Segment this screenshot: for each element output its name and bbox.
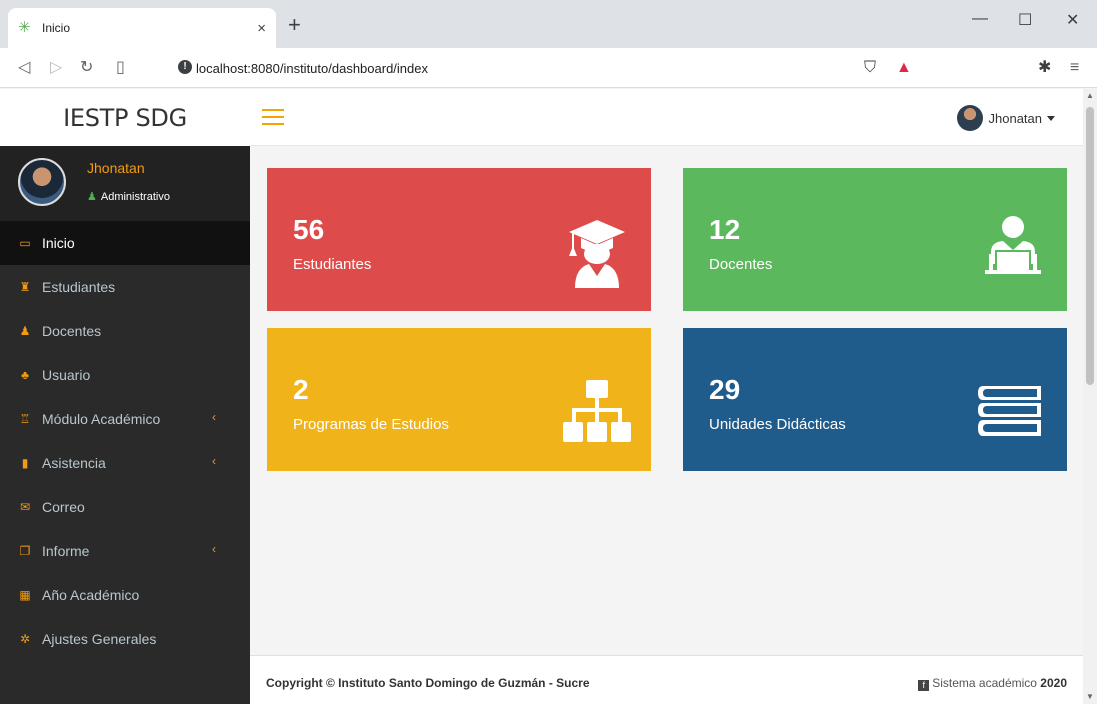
stat-box-docentes[interactable]: 12 Docentes xyxy=(683,168,1067,311)
stat-box-unidades[interactable]: 29 Unidades Didácticas xyxy=(683,328,1067,471)
sidebar-item-informe[interactable]: ❐ Informe ‹ xyxy=(0,529,250,573)
stat-value: 2 xyxy=(293,374,309,405)
sidebar-item-label: Ajustes Generales xyxy=(42,631,157,647)
sidebar-item-docentes[interactable]: ♟ Docentes xyxy=(0,309,250,353)
maximize-button[interactable]: ☐ xyxy=(1018,10,1032,30)
sidebar-item-label: Docentes xyxy=(42,323,102,339)
close-window-button[interactable]: ✕ xyxy=(1066,10,1079,30)
stat-value: 56 xyxy=(293,214,325,245)
scroll-up-icon[interactable]: ▲ xyxy=(1086,91,1094,100)
chevron-left-icon: ‹ xyxy=(212,542,216,556)
stat-value: 29 xyxy=(709,374,741,405)
back-icon[interactable]: ◁ xyxy=(18,58,30,78)
teacher-laptop-icon xyxy=(985,216,1041,274)
profile-avatar xyxy=(18,158,66,206)
laptop-icon: ▭ xyxy=(19,236,31,250)
scrollbar-thumb[interactable] xyxy=(1086,107,1094,385)
sidebar-item-usuario[interactable]: ♣ Usuario xyxy=(0,353,250,397)
facebook-icon[interactable]: f xyxy=(918,680,930,691)
graduate-icon xyxy=(569,220,625,288)
sidebar-item-correo[interactable]: ✉ Correo xyxy=(0,485,250,529)
reload-icon[interactable]: ↻ xyxy=(80,58,93,78)
footer: Copyright © Instituto Santo Domingo de G… xyxy=(250,655,1083,704)
browser-tabbar: ✳ Inicio × + — ☐ ✕ xyxy=(0,0,1097,48)
sidebar-item-label: Asistencia xyxy=(42,455,106,471)
sidebar-item-label: Módulo Académico xyxy=(42,411,161,427)
brand-logo[interactable]: IESTP SDG xyxy=(0,89,250,146)
profile-name: Jhonatan xyxy=(87,160,145,176)
sidebar-item-label: Año Académico xyxy=(42,587,140,603)
minimize-button[interactable]: — xyxy=(972,10,988,28)
site-info-icon[interactable]: ! xyxy=(178,60,192,74)
browser-menu-icon[interactable]: ≡ xyxy=(1070,58,1079,78)
top-navbar: Jhonatan xyxy=(250,89,1083,146)
student-icon: ♜ xyxy=(19,280,31,294)
sidebar-item-año-académico[interactable]: ▦ Año Académico xyxy=(0,573,250,617)
sidebar-item-label: Informe xyxy=(42,543,90,559)
browser-toolbar: ◁ ▷ ↻ ▯ ! localhost:8080/instituto/dashb… xyxy=(0,48,1097,88)
users-icon: ♣ xyxy=(21,368,29,382)
user-avatar xyxy=(956,105,983,131)
sidebar-item-inicio[interactable]: ▭ Inicio xyxy=(0,221,250,265)
stat-label: Unidades Didácticas xyxy=(709,416,846,433)
sidebar-item-label: Usuario xyxy=(42,367,91,383)
sidebar-item-ajustes-generales[interactable]: ✲ Ajustes Generales xyxy=(0,617,250,661)
stat-value: 12 xyxy=(709,214,741,245)
user-menu-name: Jhonatan xyxy=(988,110,1043,126)
sidebar-item-label: Correo xyxy=(42,499,85,515)
tab-title: Inicio xyxy=(42,21,71,35)
copy-icon: ❐ xyxy=(19,544,31,558)
stat-label: Estudiantes xyxy=(293,256,372,273)
tab-close-button[interactable]: × xyxy=(257,20,266,37)
sidebar: Jhonatan ♟ Administrativo ▭ Inicio ♜ Estudia… xyxy=(0,146,250,704)
clipboard-icon: ▮ xyxy=(21,456,29,470)
footer-copyright: Copyright © Instituto Santo Domingo de G… xyxy=(266,676,590,690)
stat-box-programas[interactable]: 2 Programas de Estudios xyxy=(267,328,651,471)
sidebar-profile: Jhonatan ♟ Administrativo xyxy=(0,146,250,221)
sidebar-item-módulo-académico[interactable]: ♖ Módulo Académico ‹ xyxy=(0,397,250,441)
sidebar-menu: ▭ Inicio ♜ Estudiantes ♟ Docentes ♣ Usuario ♖ Mód… xyxy=(0,221,250,661)
books-icon xyxy=(978,386,1041,436)
rewards-triangle-icon[interactable]: ▲ xyxy=(896,58,912,78)
teacher-icon: ♟ xyxy=(19,324,31,338)
stat-label: Docentes xyxy=(709,256,773,273)
footer-system: f Sistema académico 2020 xyxy=(918,676,1067,691)
sidebar-item-label: Inicio xyxy=(42,235,75,251)
sidebar-item-estudiantes[interactable]: ♜ Estudiantes xyxy=(0,265,250,309)
bookmark-icon[interactable]: ▯ xyxy=(116,58,125,78)
sitemap-icon xyxy=(563,380,631,442)
sidebar-item-asistencia[interactable]: ▮ Asistencia ‹ xyxy=(0,441,250,485)
chevron-left-icon: ‹ xyxy=(212,454,216,468)
cogs-icon: ✲ xyxy=(19,632,31,646)
dashboard-content: 56 Estudiantes 12 Docentes 2 Programas d… xyxy=(250,147,1083,655)
chevron-left-icon: ‹ xyxy=(212,410,216,424)
forward-icon[interactable]: ▷ xyxy=(50,58,62,78)
profile-role: ♟ Administrativo xyxy=(87,191,170,203)
site-favicon-icon: ✳ xyxy=(18,19,31,36)
envelope-icon: ✉ xyxy=(19,500,31,514)
sidebar-item-label: Estudiantes xyxy=(42,279,116,295)
stat-box-estudiantes[interactable]: 56 Estudiantes xyxy=(267,168,651,311)
user-icon: ♟ xyxy=(87,191,97,203)
new-tab-button[interactable]: + xyxy=(288,14,301,36)
bank-icon: ♖ xyxy=(19,412,31,426)
extensions-icon[interactable]: ✱ xyxy=(1038,58,1051,78)
shield-icon[interactable]: ⛉ xyxy=(864,58,876,78)
page-scrollbar[interactable]: ▲ ▼ xyxy=(1083,89,1097,704)
scroll-down-icon[interactable]: ▼ xyxy=(1086,692,1094,701)
address-input[interactable]: localhost:8080/instituto/dashboard/index xyxy=(196,61,428,76)
user-menu[interactable]: Jhonatan xyxy=(956,105,1055,131)
calendar-icon: ▦ xyxy=(19,588,31,602)
caret-down-icon xyxy=(1047,115,1055,121)
stat-label: Programas de Estudios xyxy=(293,416,449,433)
sidebar-toggle-icon[interactable] xyxy=(262,109,284,125)
browser-tab[interactable]: ✳ Inicio × xyxy=(8,8,276,48)
